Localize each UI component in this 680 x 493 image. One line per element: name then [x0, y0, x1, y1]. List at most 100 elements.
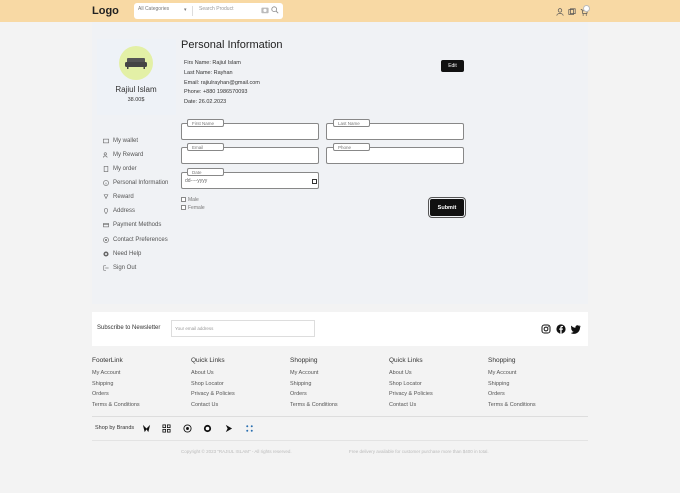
phone-label: Phone: [333, 143, 370, 151]
sidebar-item-label: My order: [113, 166, 137, 172]
sidebar-item-my-order[interactable]: My order: [103, 166, 137, 172]
female-label: Female: [188, 205, 205, 211]
footer-link[interactable]: About Us: [389, 370, 412, 376]
sidebar-item-payment-methods[interactable]: Payment Methods: [103, 222, 161, 228]
trophy-icon: [103, 194, 109, 200]
facebook-icon[interactable]: [556, 324, 566, 334]
help-icon: [103, 251, 109, 257]
sidebar-item-my-reward[interactable]: My Reward: [103, 152, 143, 158]
edit-button[interactable]: Edit: [441, 60, 464, 72]
sidebar-item-sign-out[interactable]: Sign Out: [103, 265, 136, 271]
footer-link[interactable]: Contact Us: [389, 402, 416, 408]
footer-heading: Shopping: [290, 357, 318, 364]
sidebar-item-address[interactable]: Address: [103, 208, 135, 214]
profile-balance: 38.00$: [127, 97, 145, 103]
footer-link[interactable]: My Account: [488, 370, 516, 376]
instagram-icon[interactable]: [541, 324, 551, 334]
sidebar-item-label: Reward: [113, 194, 134, 200]
footer-heading: Quick Links: [191, 357, 225, 364]
footer-bottom-divider: [92, 440, 588, 441]
compare-icon[interactable]: [568, 8, 576, 16]
footer-link[interactable]: Privacy & Policies: [191, 391, 235, 397]
brand-circle-icon[interactable]: [183, 424, 192, 433]
brand-play-icon[interactable]: [224, 424, 233, 433]
info-icon: [103, 180, 109, 186]
shipping-note: Free delivery available for customer pur…: [349, 449, 489, 454]
brand-dots-icon[interactable]: [245, 424, 254, 433]
footer-link[interactable]: Terms & Conditions: [290, 402, 338, 408]
footer-link[interactable]: My Account: [290, 370, 318, 376]
footer-link[interactable]: Shipping: [488, 381, 509, 387]
order-icon: [103, 166, 109, 172]
brand-logo-icon[interactable]: [142, 424, 151, 433]
date-label: Date: [187, 168, 224, 176]
footer-link[interactable]: Shipping: [290, 381, 311, 387]
sidebar-item-label: Sign Out: [113, 265, 137, 271]
footer-heading: Quick Links: [389, 357, 423, 364]
newsletter-placeholder: Your email address: [175, 326, 214, 331]
signout-icon: [103, 265, 109, 271]
footer-link[interactable]: Shop Locator: [191, 381, 224, 387]
sidebar-item-label: Contact Preferences: [113, 237, 168, 243]
sidebar-item-label: Personal Information: [113, 180, 169, 186]
sidebar-item-personal-information[interactable]: Personal Information: [103, 180, 168, 186]
reward-user-icon: [103, 152, 108, 158]
calendar-icon[interactable]: [312, 179, 317, 184]
profile-name: Rajiul Islam: [115, 85, 157, 94]
sidebar-item-label: Payment Methods: [113, 222, 162, 228]
site-logo[interactable]: Logo: [92, 5, 119, 17]
info-email: Email: rajiulrayhan@gmail.com: [184, 80, 260, 86]
footer-link[interactable]: Contact Us: [191, 402, 218, 408]
cart-count-badge: [583, 5, 590, 12]
first-name-label: First Name: [187, 119, 224, 127]
female-checkbox[interactable]: [181, 205, 186, 210]
male-checkbox[interactable]: [181, 197, 186, 202]
chevron-down-icon[interactable]: ▾: [184, 7, 187, 13]
email-label: Email: [187, 143, 224, 151]
sidebar-item-label: Address: [113, 208, 136, 214]
brand-ring-icon[interactable]: [203, 424, 212, 433]
footer-link[interactable]: Privacy & Policies: [389, 391, 433, 397]
info-phone: Phone: +880 1986570093: [184, 89, 248, 95]
sidebar-item-need-help[interactable]: Need Help: [103, 251, 141, 257]
user-icon[interactable]: [556, 8, 564, 16]
sidebar-item-my-wallet[interactable]: My wallet: [103, 138, 138, 144]
date-placeholder: dd----yyyy: [185, 178, 208, 184]
submit-button[interactable]: Submit: [428, 197, 466, 218]
page-title: Personal Information: [181, 39, 283, 51]
footer-link[interactable]: Orders: [290, 391, 307, 397]
footer-link[interactable]: Terms & Conditions: [92, 402, 140, 408]
location-icon: [104, 208, 108, 214]
category-select[interactable]: All Categories: [138, 6, 169, 12]
last-name-label: Last Name: [333, 119, 370, 127]
info-date: Date: 26.02.2023: [184, 99, 227, 105]
brand-grid-icon[interactable]: [162, 424, 171, 433]
sidebar-item-reward[interactable]: Reward: [103, 194, 134, 200]
sidebar-item-contact-preferences[interactable]: Contact Preferences: [103, 237, 168, 243]
footer-link[interactable]: Shop Locator: [389, 381, 422, 387]
footer-heading: FooterLink: [92, 357, 123, 364]
sidebar-item-label: Need Help: [113, 251, 142, 257]
search-input[interactable]: Search Product: [199, 6, 233, 12]
search-bar: All Categories ▾ Search Product: [134, 3, 283, 19]
footer-link[interactable]: Orders: [488, 391, 505, 397]
avatar[interactable]: [119, 46, 153, 80]
footer-link[interactable]: About Us: [191, 370, 214, 376]
twitter-icon[interactable]: [571, 324, 581, 334]
search-icon[interactable]: [271, 6, 279, 14]
male-label: Male: [188, 197, 199, 203]
brands-label: Shop by Brands: [95, 425, 135, 431]
newsletter-bar: [92, 312, 588, 346]
contact-icon: [103, 237, 109, 243]
footer-link[interactable]: Orders: [92, 391, 109, 397]
footer-divider: [92, 416, 588, 417]
footer-link[interactable]: My Account: [92, 370, 120, 376]
sidebar-item-label: My wallet: [113, 138, 139, 144]
footer-link[interactable]: Shipping: [92, 381, 113, 387]
footer-heading: Shopping: [488, 357, 516, 364]
footer-link[interactable]: Terms & Conditions: [488, 402, 536, 408]
copyright-text: Copyright © 2023 "RAJIUL ISLAM" - All ri…: [181, 449, 292, 454]
info-last-name: Last Name: Rayhan: [184, 70, 233, 76]
info-first-name: Firs Name: Rajiul Islam: [184, 60, 241, 66]
image-search-icon[interactable]: [261, 6, 269, 14]
